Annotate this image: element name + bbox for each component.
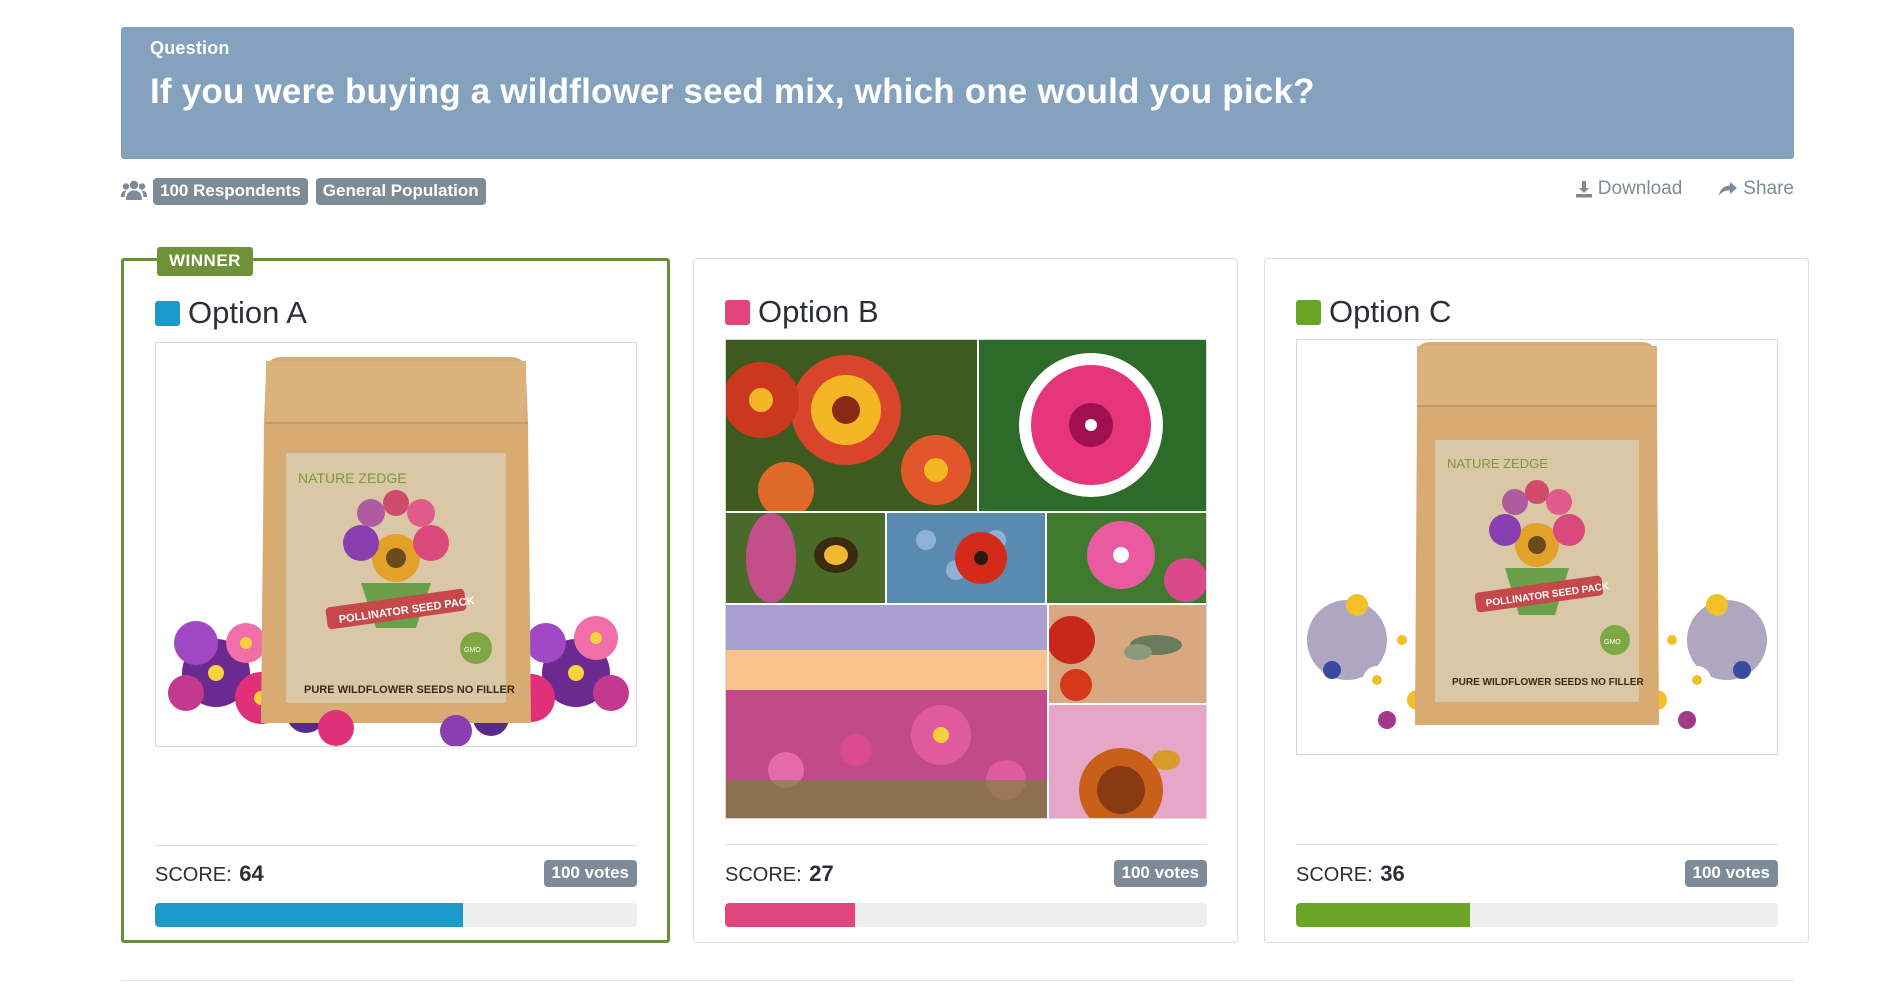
votes-badge: 100 votes: [1684, 860, 1778, 887]
option-title: Option A: [188, 295, 307, 330]
option-card-a[interactable]: WINNER Option A NATURE ZEDGE POLLINATOR …: [121, 247, 670, 943]
score-display: SCORE: 36: [1296, 861, 1405, 887]
option-header: Option A: [155, 295, 307, 331]
share-button[interactable]: Share: [1718, 178, 1794, 200]
score-row: SCORE: 27 100 votes: [725, 860, 1207, 887]
svg-text:PURE WILDFLOWER SEEDS NO FILLE: PURE WILDFLOWER SEEDS NO FILLER: [1452, 677, 1644, 688]
download-icon: [1575, 181, 1592, 198]
users-icon: [121, 180, 147, 200]
votes-badge: 100 votes: [543, 860, 637, 887]
score-bar-fill: [1296, 903, 1470, 927]
option-color-swatch: [725, 299, 750, 325]
audience-badge: General Population: [315, 177, 486, 205]
score-value: 36: [1380, 860, 1405, 886]
results-page: Question If you were buying a wildflower…: [0, 0, 1888, 984]
download-label: Download: [1597, 178, 1683, 199]
score-bar: [725, 903, 1207, 927]
score-label: SCORE:: [155, 863, 232, 886]
svg-text:NATURE ZEDGE: NATURE ZEDGE: [1447, 456, 1548, 471]
score-value: 27: [809, 860, 834, 886]
score-row: SCORE: 36 100 votes: [1296, 860, 1778, 887]
svg-text:GMO: GMO: [464, 647, 481, 654]
score-bar-fill: [725, 903, 856, 927]
option-title: Option C: [1329, 294, 1452, 329]
svg-text:GMO: GMO: [1604, 639, 1621, 646]
svg-text:PURE WILDFLOWER SEEDS NO FILLE: PURE WILDFLOWER SEEDS NO FILLER: [304, 684, 515, 696]
seed-pack-image: NATURE ZEDGE POLLINATOR SEED PACK GMO PU…: [168, 357, 629, 746]
download-button[interactable]: Download: [1575, 178, 1683, 200]
question-label: Question: [150, 38, 230, 58]
section-divider: [121, 980, 1794, 981]
score-bar: [155, 903, 637, 927]
option-title: Option B: [758, 294, 879, 329]
share-label: Share: [1743, 178, 1794, 199]
score-bar: [1296, 903, 1778, 927]
winner-badge: WINNER: [157, 247, 253, 276]
score-row: SCORE: 64 100 votes: [155, 860, 637, 887]
score-display: SCORE: 64: [155, 861, 264, 887]
result-actions: Download Share: [1539, 178, 1794, 200]
respondents-badge: 100 Respondents: [153, 177, 308, 205]
seed-pack-image: NATURE ZEDGE POLLINATOR SEED PACK GMO PU…: [1307, 342, 1767, 729]
option-image: NATURE ZEDGE POLLINATOR SEED PACK GMO PU…: [1296, 339, 1778, 755]
score-value: 64: [239, 860, 264, 886]
option-card-c[interactable]: Option C NATURE ZEDGE POLLINATOR SEED PA…: [1264, 258, 1809, 943]
card-divider: [725, 844, 1207, 845]
score-bar-fill: [155, 903, 464, 927]
question-banner: Question If you were buying a wildflower…: [121, 27, 1794, 159]
score-display: SCORE: 27: [725, 861, 834, 887]
option-header: Option B: [725, 294, 879, 330]
survey-meta: 100 Respondents General Population: [121, 176, 494, 206]
option-image: [725, 339, 1207, 819]
votes-badge: 100 votes: [1113, 860, 1207, 887]
option-image: NATURE ZEDGE POLLINATOR SEED PACK GMO PU…: [155, 342, 637, 747]
question-text: If you were buying a wildflower seed mix…: [150, 72, 1315, 111]
option-color-swatch: [1296, 299, 1321, 325]
score-label: SCORE:: [725, 863, 802, 886]
card-divider: [155, 845, 637, 846]
option-card-b[interactable]: Option B SCORE: 27 100 votes: [693, 258, 1238, 943]
flower-collage-image: [726, 340, 1206, 818]
score-label: SCORE:: [1296, 863, 1373, 886]
share-icon: [1719, 182, 1738, 196]
pack-brand: NATURE ZEDGE: [298, 470, 407, 486]
card-divider: [1296, 844, 1778, 845]
option-header: Option C: [1296, 294, 1451, 330]
option-color-swatch: [155, 300, 180, 326]
